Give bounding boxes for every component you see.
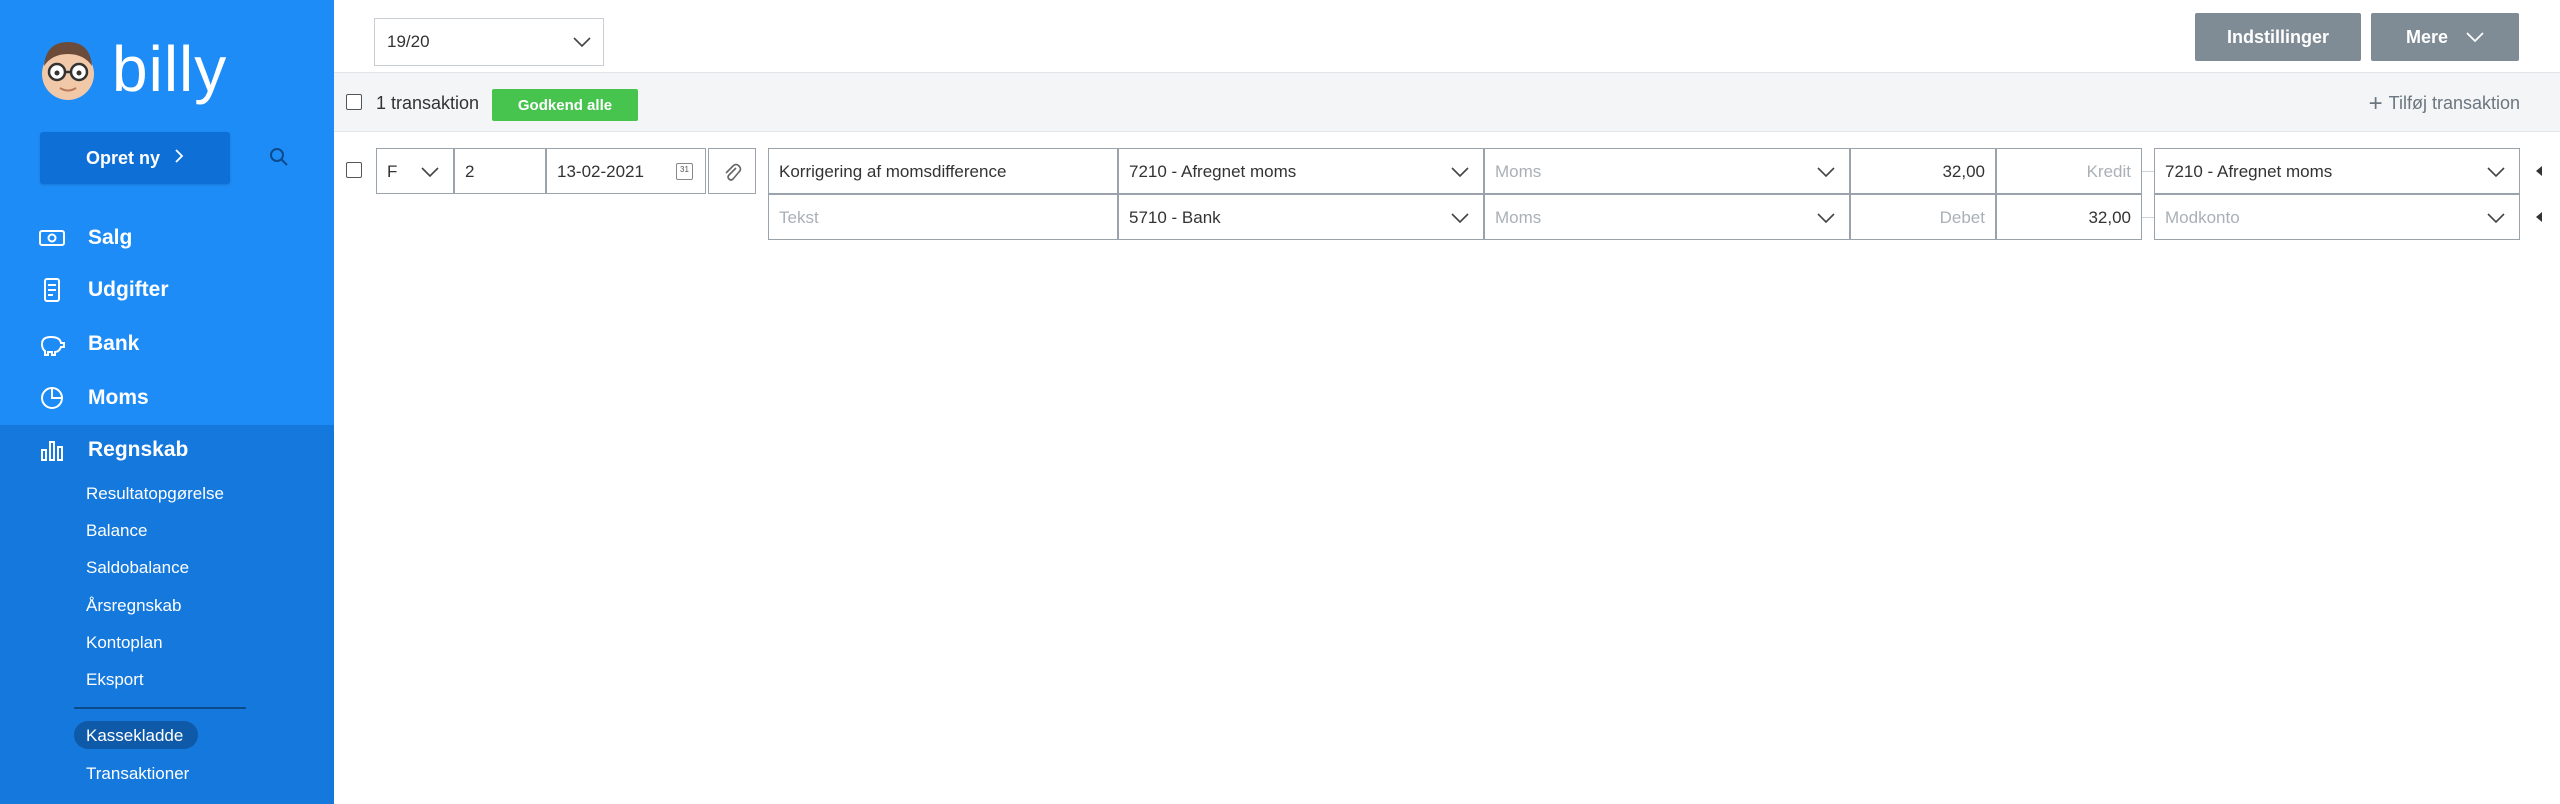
voucher-number-input[interactable]: 2 [454, 148, 546, 194]
nav-item-bank[interactable]: Bank [38, 330, 139, 358]
nav-label-udgifter: Udgifter [88, 278, 169, 301]
sidebar-sub-transaktioner[interactable]: Transaktioner [86, 764, 189, 784]
chevron-down-icon [573, 33, 591, 53]
type-value: F [387, 162, 398, 181]
period-value: 19/20 [387, 32, 430, 51]
create-new-button[interactable]: Opret ny [40, 132, 230, 184]
nav-label-regnskab: Regnskab [88, 438, 189, 461]
chevron-down-icon [1817, 209, 1835, 229]
line2-account-select[interactable]: 5710 - Bank [1118, 194, 1484, 240]
line1-counter-account-select[interactable]: 7210 - Afregnet moms [2154, 148, 2520, 194]
nav-label-moms: Moms [88, 386, 149, 409]
chevron-down-icon [421, 163, 439, 183]
line2-vat-placeholder: Moms [1495, 208, 1542, 227]
pie-chart-icon [41, 387, 63, 409]
sidebar-sub-kassekladde[interactable]: Kassekladde [86, 726, 183, 746]
line2-account-value: 5710 - Bank [1129, 208, 1221, 227]
line1-vat-select[interactable]: Moms [1484, 148, 1850, 194]
nav-item-salg[interactable]: Salg [38, 224, 132, 252]
settings-button[interactable]: Indstillinger [2195, 13, 2361, 61]
app-root: billy Opret ny Salg Udgifter Bank Moms R… [0, 0, 2560, 804]
nav-label-bank: Bank [88, 332, 140, 355]
line1-debit-input[interactable]: 32,00 [1850, 148, 1996, 194]
money-icon [39, 230, 65, 246]
calendar-icon[interactable]: 31 [676, 163, 693, 180]
date-input[interactable]: 13-02-2021 31 [546, 148, 706, 194]
plus-icon: + [2368, 89, 2383, 117]
nav-item-moms[interactable]: Moms [38, 384, 149, 412]
brand-name: billy [112, 33, 228, 105]
line1-account-value: 7210 - Afregnet moms [1129, 162, 1297, 181]
piggy-bank-icon [40, 335, 65, 356]
create-new-label: Opret ny [85, 147, 160, 168]
transaction-toolbar: 1 transaktion Godkend alle + Tilføj tran… [334, 72, 2560, 132]
chevron-down-icon [1817, 163, 1835, 183]
line1-expand-arrow-icon[interactable] [2536, 166, 2542, 176]
sidebar-divider [74, 707, 246, 709]
line1-connector [2142, 171, 2154, 172]
more-button[interactable]: Mere [2371, 13, 2519, 61]
main-content: 19/20 Indstillinger Mere 1 transaktion G… [334, 0, 2560, 804]
nav-item-udgifter[interactable]: Udgifter [38, 276, 169, 304]
sidebar-sub-eksport[interactable]: Eksport [86, 670, 144, 690]
mascot-icon [38, 36, 98, 102]
line2-expand-arrow-icon[interactable] [2536, 212, 2542, 222]
chevron-down-icon [2466, 27, 2484, 48]
bar-chart-icon [41, 441, 63, 461]
add-transaction-button[interactable]: + Tilføj transaktion [2368, 89, 2520, 117]
line2-credit-input[interactable]: 32,00 [1996, 194, 2142, 240]
top-bar: 19/20 Indstillinger Mere [334, 0, 2560, 72]
chevron-down-icon [1451, 209, 1469, 229]
select-all-checkbox[interactable] [346, 94, 362, 110]
chevron-down-icon [2487, 209, 2505, 229]
receipt-icon [44, 278, 60, 302]
add-transaction-label: Tilføj transaktion [2388, 93, 2520, 113]
line1-account-select[interactable]: 7210 - Afregnet moms [1118, 148, 1484, 194]
period-select[interactable]: 19/20 [374, 18, 604, 66]
line2-vat-select[interactable]: Moms [1484, 194, 1850, 240]
line1-text-input[interactable]: Korrigering af momsdifference [768, 148, 1118, 194]
chevron-right-icon [174, 148, 184, 169]
line2-connector [2142, 217, 2154, 218]
nav-label-salg: Salg [88, 226, 133, 249]
line1-vat-placeholder: Moms [1495, 162, 1542, 181]
line1-counter-account-value: 7210 - Afregnet moms [2165, 162, 2333, 181]
type-select[interactable]: F [376, 148, 454, 194]
transaction-checkbox[interactable] [346, 162, 362, 178]
search-icon[interactable] [268, 146, 292, 170]
line2-counter-account-select[interactable]: Modkonto [2154, 194, 2520, 240]
line1-credit-input[interactable]: Kredit [1996, 148, 2142, 194]
sidebar-sub-arsregnskab[interactable]: Årsregnskab [86, 596, 181, 616]
sidebar-sub-balance[interactable]: Balance [86, 521, 147, 541]
sidebar-sub-saldobalance[interactable]: Saldobalance [86, 558, 189, 578]
chevron-down-icon [2487, 163, 2505, 183]
sidebar: billy Opret ny Salg Udgifter Bank Moms R… [0, 0, 334, 804]
approve-all-button[interactable]: Godkend alle [492, 89, 638, 121]
date-value: 13-02-2021 [557, 162, 644, 181]
line2-text-input[interactable]: Tekst [768, 194, 1118, 240]
nav-item-regnskab[interactable]: Regnskab [38, 436, 188, 464]
line2-counter-placeholder: Modkonto [2165, 208, 2240, 227]
line2-debit-input[interactable]: Debet [1850, 194, 1996, 240]
chevron-down-icon [1451, 163, 1469, 183]
transaction-count: 1 transaktion [376, 93, 480, 113]
sidebar-sub-kontoplan[interactable]: Kontoplan [86, 633, 163, 653]
more-label: Mere [2405, 26, 2449, 47]
attachment-button[interactable] [708, 148, 756, 194]
paperclip-icon [725, 163, 742, 181]
sidebar-sub-resultatopgorelse[interactable]: Resultatopgørelse [86, 484, 224, 504]
brand-logo[interactable]: billy [38, 36, 227, 102]
